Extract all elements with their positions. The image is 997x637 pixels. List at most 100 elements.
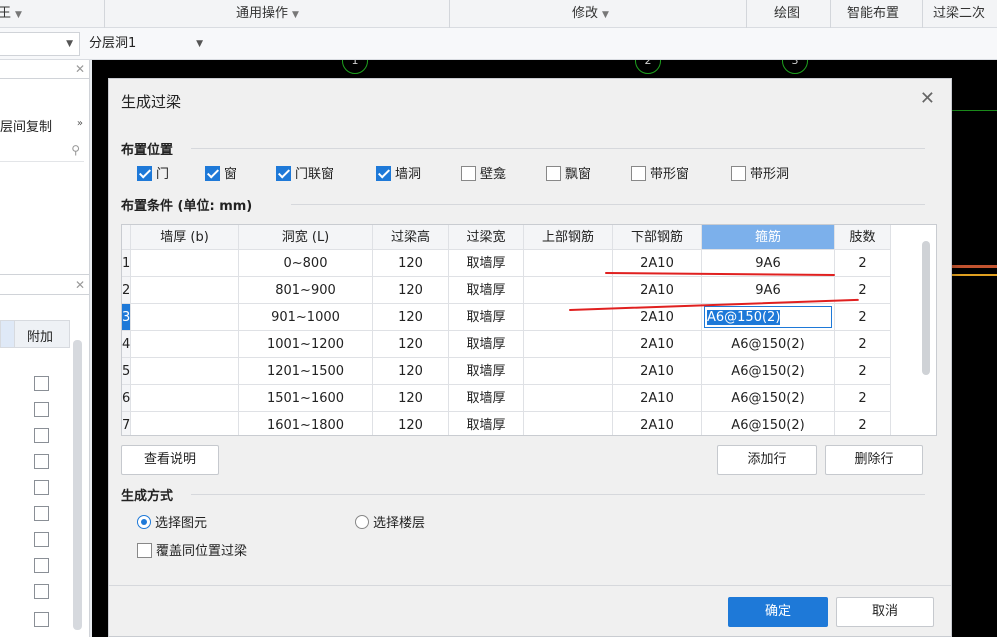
column-header[interactable]: 墙厚 (b) bbox=[131, 225, 239, 250]
menu-general-ops[interactable]: 通用操作 ▼ bbox=[236, 0, 299, 28]
table-cell[interactable] bbox=[131, 304, 239, 331]
table-cell[interactable]: 120 bbox=[373, 385, 449, 412]
table-cell[interactable]: 2 bbox=[835, 385, 891, 412]
table-cell[interactable] bbox=[131, 331, 239, 358]
extra-checkbox[interactable] bbox=[34, 454, 49, 469]
column-header[interactable]: 上部钢筋 bbox=[524, 225, 613, 250]
menu-draw[interactable]: 绘图 bbox=[774, 0, 800, 28]
table-cell[interactable]: 2A10 bbox=[613, 277, 702, 304]
checkbox-bay-window[interactable]: 飘窗 bbox=[546, 166, 591, 184]
copy-between-floors[interactable]: 层间复制 bbox=[0, 116, 52, 135]
table-cell[interactable]: 2 bbox=[835, 358, 891, 385]
close-icon[interactable]: ✕ bbox=[75, 62, 85, 76]
checkbox-wall-opening[interactable]: 墙洞 bbox=[376, 166, 421, 184]
table-cell[interactable] bbox=[131, 412, 239, 435]
table-cell[interactable]: 取墙厚 bbox=[449, 250, 524, 277]
table-cell[interactable]: 2A10 bbox=[613, 331, 702, 358]
table-cell[interactable]: 取墙厚 bbox=[449, 412, 524, 435]
extra-checkbox[interactable] bbox=[34, 506, 49, 521]
table-cell[interactable] bbox=[524, 412, 613, 435]
checkbox-strip-window[interactable]: 带形窗 bbox=[631, 166, 689, 184]
table-cell[interactable]: 2 bbox=[835, 412, 891, 435]
table-cell[interactable]: 120 bbox=[373, 277, 449, 304]
table-cell[interactable]: 2A10 bbox=[613, 385, 702, 412]
table-cell[interactable]: 取墙厚 bbox=[449, 277, 524, 304]
column-header[interactable]: 肢数 bbox=[835, 225, 891, 250]
table-cell[interactable]: 120 bbox=[373, 358, 449, 385]
table-cell[interactable] bbox=[524, 277, 613, 304]
checkbox-niche[interactable]: 壁龛 bbox=[461, 166, 506, 184]
radio-select-floor[interactable]: 选择楼层 bbox=[355, 515, 425, 533]
column-header[interactable]: 过梁宽 bbox=[449, 225, 524, 250]
table-cell[interactable] bbox=[524, 250, 613, 277]
extra-checkbox[interactable] bbox=[34, 558, 49, 573]
close-icon[interactable]: ✕ bbox=[920, 88, 935, 109]
table-cell[interactable]: 2 bbox=[835, 304, 891, 331]
table-cell[interactable]: 1601~1800 bbox=[239, 412, 373, 435]
menu-smart-place[interactable]: 智能布置 bbox=[847, 0, 899, 28]
checkbox-strip-opening[interactable]: 带形洞 bbox=[731, 166, 789, 184]
close-icon[interactable]: ✕ bbox=[75, 278, 85, 292]
table-cell[interactable]: A6@150(2) bbox=[702, 358, 835, 385]
view-notes-button[interactable]: 查看说明 bbox=[121, 445, 219, 475]
table-cell[interactable] bbox=[131, 277, 239, 304]
extra-checkbox[interactable] bbox=[34, 584, 49, 599]
table-cell[interactable]: 取墙厚 bbox=[449, 304, 524, 331]
table-cell[interactable]: A6@150(2) bbox=[702, 412, 835, 435]
checkbox-overwrite[interactable]: 覆盖同位置过梁 bbox=[137, 543, 247, 561]
table-cell[interactable]: 1501~1600 bbox=[239, 385, 373, 412]
table-cell[interactable] bbox=[524, 331, 613, 358]
table-cell[interactable]: A6@150(2) bbox=[702, 331, 835, 358]
extra-checkbox[interactable] bbox=[34, 428, 49, 443]
table-cell[interactable] bbox=[131, 385, 239, 412]
table-cell[interactable]: 取墙厚 bbox=[449, 358, 524, 385]
table-cell[interactable]: 120 bbox=[373, 331, 449, 358]
column-header[interactable]: 箍筋 bbox=[702, 225, 835, 250]
table-cell[interactable]: A6@150(2) bbox=[702, 385, 835, 412]
column-header[interactable]: 洞宽 (L) bbox=[239, 225, 373, 250]
table-cell[interactable] bbox=[524, 385, 613, 412]
extra-checkbox[interactable] bbox=[34, 402, 49, 417]
table-cell[interactable]: 801~900 bbox=[239, 277, 373, 304]
table-cell[interactable] bbox=[131, 250, 239, 277]
extra-checkbox[interactable] bbox=[34, 532, 49, 547]
table-cell[interactable]: 0~800 bbox=[239, 250, 373, 277]
cancel-button[interactable]: 取消 bbox=[836, 597, 934, 627]
table-cell[interactable]: 2 bbox=[835, 331, 891, 358]
table-cell[interactable]: A6@150(2) bbox=[702, 304, 835, 331]
extra-checkbox[interactable] bbox=[34, 376, 49, 391]
stirrup-edit-input[interactable]: A6@150(2) bbox=[704, 306, 832, 328]
menu-item-cut[interactable]: 王 ▼ bbox=[0, 0, 22, 28]
column-header[interactable]: 过梁高 bbox=[373, 225, 449, 250]
table-cell[interactable]: 2A10 bbox=[613, 358, 702, 385]
vertical-scrollbar[interactable] bbox=[922, 241, 930, 375]
add-row-button[interactable]: 添加行 bbox=[717, 445, 817, 475]
table-cell[interactable]: 1001~1200 bbox=[239, 331, 373, 358]
column-header[interactable]: 下部钢筋 bbox=[613, 225, 702, 250]
checkbox-window[interactable]: 窗 bbox=[205, 166, 237, 184]
table-cell[interactable]: 取墙厚 bbox=[449, 385, 524, 412]
layer-combo[interactable]: 分层洞1 ▼ bbox=[86, 32, 210, 56]
table-cell[interactable] bbox=[131, 358, 239, 385]
table-cell[interactable] bbox=[524, 358, 613, 385]
checkbox-door[interactable]: 门 bbox=[137, 166, 169, 184]
table-cell[interactable]: 120 bbox=[373, 412, 449, 435]
more-icon[interactable]: » bbox=[77, 118, 83, 129]
table-cell[interactable]: 120 bbox=[373, 304, 449, 331]
column-header[interactable] bbox=[122, 225, 131, 250]
search-input[interactable]: ⚲ bbox=[0, 140, 84, 162]
table-cell[interactable]: 120 bbox=[373, 250, 449, 277]
table-cell[interactable]: 取墙厚 bbox=[449, 331, 524, 358]
menu-modify[interactable]: 修改 ▼ bbox=[572, 0, 609, 28]
table-cell[interactable]: 2A10 bbox=[613, 412, 702, 435]
menu-lintel-cut[interactable]: 过梁二次 bbox=[933, 0, 985, 28]
left-combo[interactable]: ▼ bbox=[0, 32, 80, 56]
table-cell[interactable]: 2 bbox=[835, 250, 891, 277]
vertical-scrollbar[interactable] bbox=[73, 340, 82, 630]
table-cell[interactable]: 901~1000 bbox=[239, 304, 373, 331]
ok-button[interactable]: 确定 bbox=[728, 597, 828, 627]
checkbox-door-window[interactable]: 门联窗 bbox=[276, 166, 334, 184]
table-cell[interactable]: 1201~1500 bbox=[239, 358, 373, 385]
extra-checkbox[interactable] bbox=[34, 480, 49, 495]
radio-select-element[interactable]: 选择图元 bbox=[137, 515, 207, 533]
